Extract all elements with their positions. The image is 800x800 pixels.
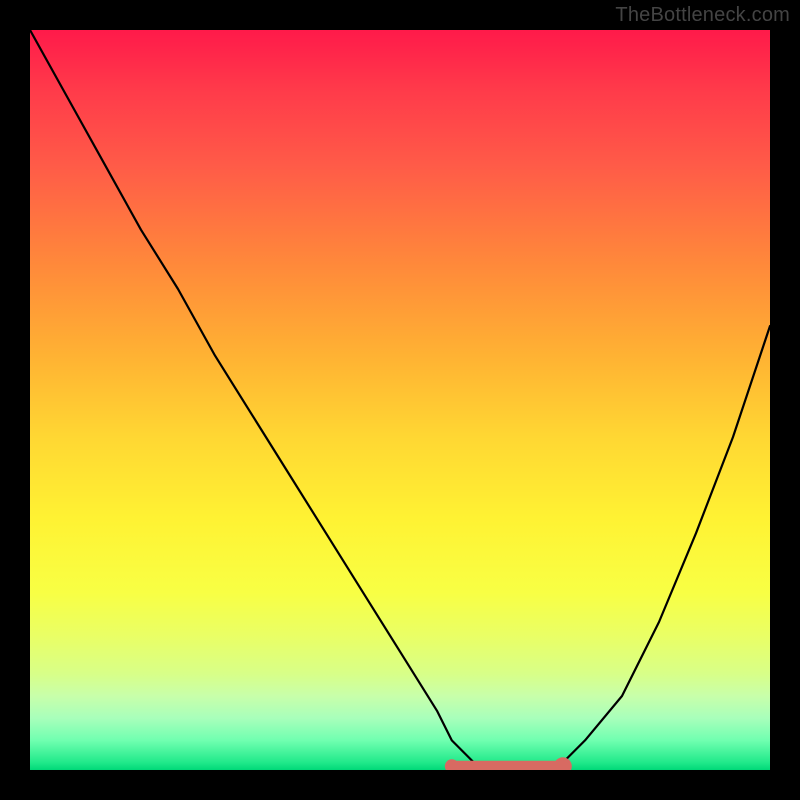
- chart-svg: [30, 30, 770, 770]
- watermark-text: TheBottleneck.com: [615, 4, 790, 27]
- chart-container: TheBottleneck.com: [0, 0, 800, 800]
- plot-area: [30, 30, 770, 770]
- valley-dot-icon: [554, 757, 572, 770]
- bottleneck-curve: [30, 30, 770, 770]
